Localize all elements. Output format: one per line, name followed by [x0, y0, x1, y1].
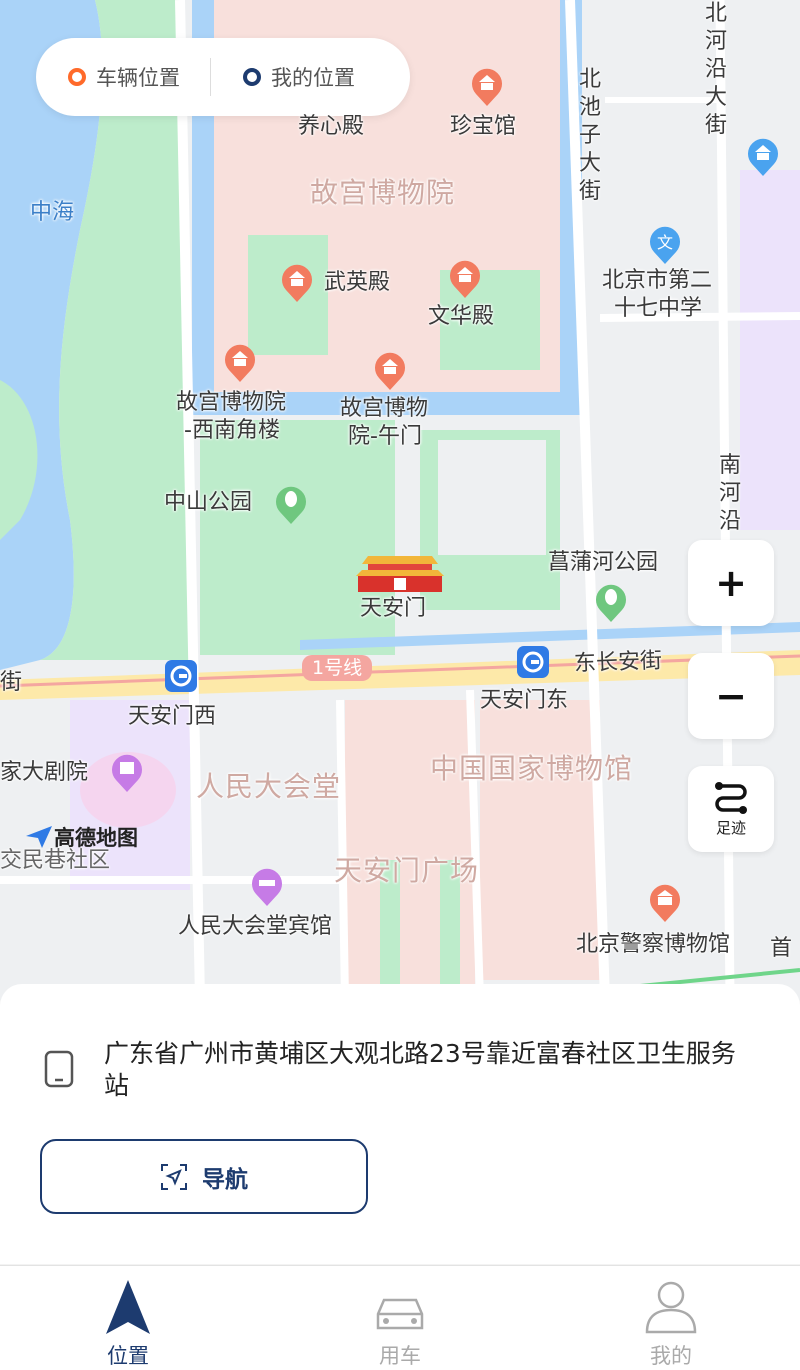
legend-mine: 我的位置 [211, 62, 355, 92]
tab-label: 我的 [650, 1344, 692, 1368]
location-arrow-icon [106, 1280, 150, 1334]
map-label: 十七中学 [614, 296, 703, 321]
landmark-poi-icon [748, 138, 778, 176]
tab-mine[interactable]: 我的 [601, 1266, 741, 1370]
theater-poi-icon [112, 754, 142, 792]
map-label: 首 [770, 936, 793, 961]
map-label: 中国国家博物馆 [430, 752, 634, 785]
map-label: 菖蒲河公园 [548, 550, 659, 575]
vehicle-location-icon [68, 68, 86, 86]
tab-label: 用车 [379, 1344, 421, 1368]
map-label: 北京市第二 [602, 268, 713, 293]
palace-poi-icon [375, 352, 405, 390]
map-label: 北京警察博物馆 [576, 932, 731, 957]
tab-car[interactable]: 用车 [330, 1266, 470, 1370]
palace-poi-icon [450, 260, 480, 298]
map-label: 中海 [30, 200, 75, 225]
map-label: 故宫博物院 [176, 390, 287, 415]
palace-poi-icon [282, 264, 312, 302]
amap-brand: 高德地图 [24, 822, 138, 852]
map-label: 街 [0, 670, 23, 695]
museum-poi-icon [650, 884, 680, 922]
map-label: -西南角楼 [184, 418, 280, 443]
track-button[interactable]: 足迹 [688, 766, 774, 852]
map-label: 南河沿 [718, 453, 741, 534]
map-label: 北河沿大街 [704, 1, 727, 138]
zoom-in-icon: + [715, 561, 747, 605]
map-view[interactable]: 车辆位置 我的位置 文 养心殿 珍宝馆 故宫博物院 武英殿 文华殿 中海 北池子… [0, 0, 800, 1000]
map-label: 养心殿 [298, 114, 365, 139]
zoom-out-button[interactable]: − [688, 653, 774, 739]
user-profile-icon [645, 1281, 697, 1334]
metro-station-icon [165, 660, 197, 692]
map-label: 故宫博物 [340, 396, 429, 421]
amap-brand-text: 高德地图 [54, 826, 138, 850]
tiananmen-landmark-icon [356, 556, 444, 592]
navigate-button[interactable]: 导航 [40, 1139, 368, 1214]
zoom-out-icon: − [715, 674, 747, 718]
car-icon [376, 1298, 424, 1330]
bottom-tab-bar: 位置 用车 我的 [0, 1265, 800, 1370]
map-label: 中山公园 [164, 490, 253, 515]
palace-poi-icon [472, 68, 502, 106]
map-label: 人民大会堂 [196, 770, 342, 803]
legend-mine-label: 我的位置 [271, 66, 355, 90]
legend-vehicle: 车辆位置 [36, 62, 180, 92]
amap-logo-icon [26, 826, 52, 848]
map-label: 天安门广场 [334, 854, 480, 887]
map-label: 天安门 [360, 596, 427, 621]
my-location-icon [243, 68, 261, 86]
school-poi-icon: 文 [650, 226, 680, 264]
metro-station-icon [517, 646, 549, 678]
hotel-poi-icon [252, 868, 282, 906]
park-poi-icon [276, 486, 306, 524]
park-poi-icon [596, 584, 626, 622]
track-label: 足迹 [715, 818, 746, 837]
phone-icon [44, 1050, 74, 1088]
zoom-in-button[interactable]: + [688, 540, 774, 626]
map-label: 天安门东 [480, 688, 569, 713]
tab-location[interactable]: 位置 [58, 1266, 198, 1370]
palace-poi-icon [225, 344, 255, 382]
map-label: 家大剧院 [0, 760, 89, 785]
tab-label: 位置 [107, 1344, 149, 1368]
map-label: 天安门西 [128, 704, 217, 729]
map-label: 东长安街 [573, 648, 663, 677]
map-label: 院-午门 [348, 424, 422, 449]
track-route-icon [715, 781, 747, 814]
location-panel: 广东省广州市黄埔区大观北路23号靠近富春社区卫生服务站 导航 [0, 984, 800, 1264]
metro-line-badge: 1号线 [302, 655, 373, 681]
map-label: 珍宝馆 [450, 114, 517, 139]
map-label: 人民大会堂宾馆 [178, 914, 333, 939]
map-label: 武英殿 [324, 270, 391, 295]
legend-vehicle-label: 车辆位置 [96, 66, 180, 90]
legend: 车辆位置 我的位置 [36, 38, 410, 116]
navigate-label: 导航 [202, 1166, 248, 1193]
map-label: 故宫博物院 [310, 176, 456, 209]
svg-text:文: 文 [657, 233, 673, 252]
navigation-icon [161, 1163, 187, 1190]
address-text: 广东省广州市黄埔区大观北路23号靠近富春社区卫生服务站 [104, 1039, 736, 1100]
map-label: 北池子大街 [578, 67, 601, 204]
map-label: 文华殿 [428, 304, 495, 329]
